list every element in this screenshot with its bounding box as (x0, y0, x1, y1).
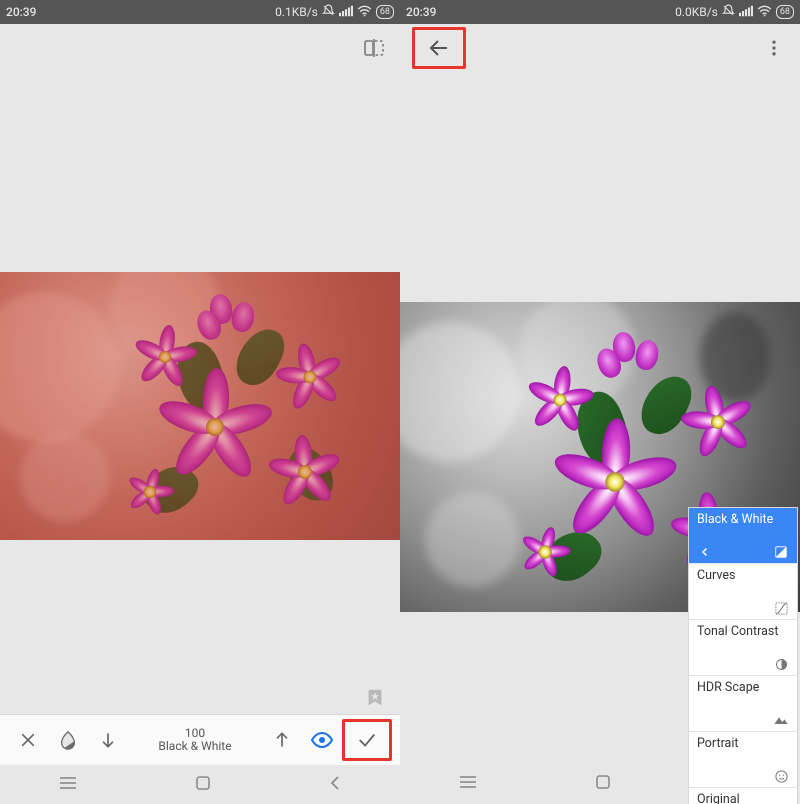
status-net-speed: 0.1KB/s (275, 5, 318, 19)
status-net-speed: 0.0KB/s (675, 5, 718, 19)
home-button[interactable] (595, 774, 611, 794)
system-nav-bar (0, 765, 400, 804)
preview-eye-button[interactable] (302, 720, 342, 760)
curves-icon (773, 600, 789, 616)
compare-icon[interactable] (360, 34, 388, 62)
apply-button[interactable] (342, 719, 392, 761)
cancel-button[interactable] (8, 720, 48, 760)
status-bar: 20:39 0.1KB/s 68 (0, 0, 400, 24)
status-right-cluster: 0.1KB/s 68 (275, 4, 394, 20)
status-right-cluster: 0.0KB/s 68 (675, 4, 794, 20)
increase-button[interactable] (262, 720, 302, 760)
battery-indicator: 68 (776, 5, 794, 19)
status-time: 20:39 (406, 5, 436, 19)
app-top-bar (0, 24, 400, 72)
back-button-nav[interactable] (328, 775, 342, 795)
phone-right: 20:39 0.0KB/s 68 (400, 0, 800, 804)
recents-button[interactable] (458, 774, 478, 794)
filter-name-label: Black & White (158, 740, 231, 753)
wifi-icon (357, 5, 372, 20)
status-bar: 20:39 0.0KB/s 68 (400, 0, 800, 24)
cellular-icon (339, 5, 353, 20)
status-time: 20:39 (6, 5, 36, 19)
bw-icon (773, 544, 789, 560)
recents-button[interactable] (58, 775, 78, 795)
edited-image-preview[interactable] (0, 272, 400, 540)
bookmark-icon[interactable] (364, 687, 386, 709)
dnd-icon (722, 4, 735, 20)
decrease-button[interactable] (88, 720, 128, 760)
filter-item-curves[interactable]: Curves (689, 564, 797, 620)
home-button[interactable] (195, 775, 211, 795)
filter-item-hdr-scape[interactable]: HDR Scape (689, 676, 797, 732)
filter-item-black-and-white[interactable]: Black & White (689, 508, 797, 564)
battery-indicator: 68 (376, 5, 394, 19)
canvas-area[interactable] (0, 72, 400, 714)
filter-stack-popup: Black & White Curves Tonal Contrast HDR … (688, 507, 798, 804)
portrait-icon (773, 768, 789, 784)
filter-intensity-display: 100 Black & White (128, 727, 262, 753)
chevron-left-icon (697, 544, 713, 560)
app-top-bar (400, 24, 800, 72)
canvas-area[interactable]: Black & White Curves Tonal Contrast HDR … (400, 72, 800, 764)
dnd-icon (322, 4, 335, 20)
more-menu-button[interactable] (760, 34, 788, 62)
tonal-contrast-icon (773, 656, 789, 672)
bottom-toolbar: 100 Black & White (0, 714, 400, 765)
phone-left: 20:39 0.1KB/s 68 (0, 0, 400, 804)
filter-item-portrait[interactable]: Portrait (689, 732, 797, 788)
filter-item-tonal-contrast[interactable]: Tonal Contrast (689, 620, 797, 676)
cellular-icon (739, 5, 753, 20)
filter-item-original[interactable]: Original (689, 788, 797, 804)
hdr-scape-icon (773, 712, 789, 728)
back-button[interactable] (412, 27, 466, 69)
wifi-icon (757, 5, 772, 20)
brush-invert-button[interactable] (48, 720, 88, 760)
